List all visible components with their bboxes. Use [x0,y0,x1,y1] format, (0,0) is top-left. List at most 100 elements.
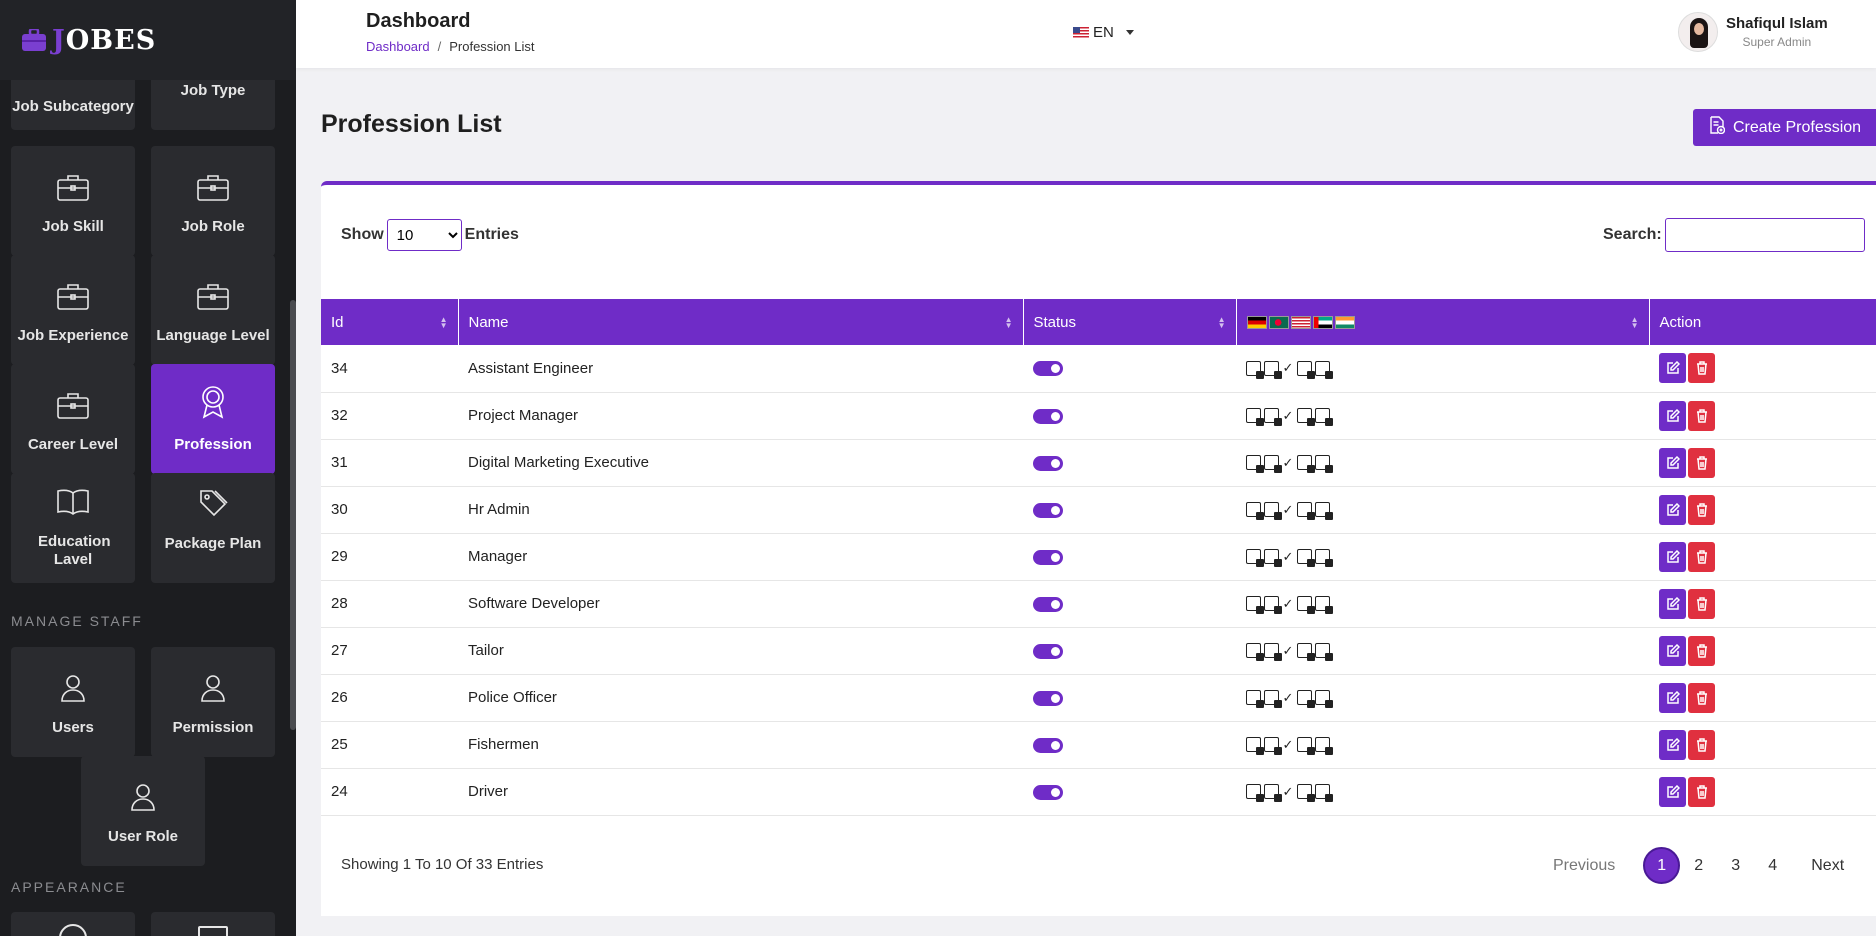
delete-button[interactable] [1688,494,1715,525]
translate-icon[interactable] [1315,502,1333,520]
translate-icon[interactable] [1315,784,1333,802]
breadcrumb-home-link[interactable]: Dashboard [366,39,430,54]
translate-icon[interactable] [1297,643,1315,661]
column-header-status[interactable]: Status ▲ ▼ [1023,299,1237,345]
status-toggle[interactable] [1033,361,1063,377]
translate-icon[interactable] [1315,360,1333,379]
pagination-page-4[interactable]: 4 [1754,847,1791,884]
translate-icon[interactable] [1315,549,1333,567]
create-profession-button[interactable]: Create Profession [1693,109,1876,146]
delete-button[interactable] [1688,682,1715,713]
translate-icon[interactable] [1297,455,1315,473]
sidebar-item-package-plan[interactable]: Package Plan [151,473,275,583]
translate-icon[interactable] [1297,690,1315,708]
sidebar-item-users[interactable]: Users [11,647,135,757]
pagination-previous[interactable]: Previous [1553,857,1615,875]
sidebar-item-permission[interactable]: Permission [151,647,275,757]
pagination-next[interactable]: Next [1811,857,1844,875]
translate-icon[interactable] [1297,737,1315,755]
sidebar-item-job-experience[interactable]: Job Experience [11,255,135,365]
translate-icon[interactable] [1315,455,1333,473]
sidebar-scrollbar[interactable] [290,300,296,730]
edit-button[interactable] [1659,353,1686,384]
page-size-select[interactable]: 10 [386,219,462,251]
status-toggle[interactable] [1033,549,1063,565]
translate-icon[interactable] [1297,360,1315,379]
sidebar-item-profession[interactable]: Profession [151,364,275,474]
translate-icon[interactable] [1246,596,1264,614]
status-toggle[interactable] [1033,737,1063,753]
sidebar-item-user-role[interactable]: User Role [81,756,205,866]
translate-icon[interactable] [1246,784,1264,802]
delete-button[interactable] [1688,541,1715,572]
translate-icon[interactable] [1315,643,1333,661]
translate-icon[interactable] [1264,455,1282,473]
translate-icon[interactable] [1315,596,1333,614]
status-toggle[interactable] [1033,784,1063,800]
status-toggle[interactable] [1033,643,1063,659]
translate-icon[interactable] [1315,408,1333,426]
pagination-page-1[interactable]: 1 [1643,847,1681,884]
translate-icon[interactable] [1246,549,1264,567]
edit-button[interactable] [1659,729,1686,760]
translate-icon[interactable] [1264,408,1282,426]
translate-icon[interactable] [1246,643,1264,661]
edit-button[interactable] [1659,635,1686,666]
column-header-id[interactable]: Id ▲ ▼ [321,299,459,345]
status-toggle[interactable] [1033,502,1063,518]
delete-button[interactable] [1688,729,1715,760]
translate-icon[interactable] [1264,360,1282,379]
translate-icon[interactable] [1297,408,1315,426]
sidebar-item-job-skill[interactable]: Job Skill [11,146,135,256]
language-selector[interactable]: EN [1073,24,1134,41]
edit-button[interactable] [1659,682,1686,713]
translate-icon[interactable] [1246,360,1264,379]
edit-button[interactable] [1659,494,1686,525]
status-toggle[interactable] [1033,596,1063,612]
delete-button[interactable] [1688,588,1715,619]
status-toggle[interactable] [1033,455,1063,471]
translate-icon[interactable] [1246,455,1264,473]
translate-icon[interactable] [1264,784,1282,802]
sidebar-item-career-level[interactable]: Career Level [11,364,135,474]
sidebar-item-appearance-2[interactable] [151,912,275,936]
status-toggle[interactable] [1033,408,1063,424]
translate-icon[interactable] [1264,596,1282,614]
column-header-languages[interactable]: ▲ ▼ [1236,299,1650,345]
translate-icon[interactable] [1264,502,1282,520]
delete-button[interactable] [1688,353,1715,384]
translate-icon[interactable] [1246,690,1264,708]
pagination-page-3[interactable]: 3 [1717,847,1754,884]
brand-logo-overlay[interactable]: JOBES [0,0,296,80]
translate-icon[interactable] [1297,784,1315,802]
translate-icon[interactable] [1264,643,1282,661]
edit-button[interactable] [1659,588,1686,619]
user-menu[interactable]: Shafiqul Islam Super Admin [1678,12,1828,52]
sidebar-item-appearance-1[interactable] [11,912,135,936]
delete-button[interactable] [1688,635,1715,666]
delete-button[interactable] [1688,400,1715,431]
translate-icon[interactable] [1297,549,1315,567]
translate-icon[interactable] [1246,502,1264,520]
edit-button[interactable] [1659,447,1686,478]
translate-icon[interactable] [1315,737,1333,755]
edit-button[interactable] [1659,776,1686,807]
translate-icon[interactable] [1264,549,1282,567]
sidebar-item-job-role[interactable]: Job Role [151,146,275,256]
column-header-name[interactable]: Name ▲ ▼ [458,299,1024,345]
edit-button[interactable] [1659,541,1686,572]
search-input[interactable] [1664,218,1865,252]
status-toggle[interactable] [1033,690,1063,706]
sidebar-item-education-level[interactable]: Education Lavel [11,473,135,583]
sidebar-item-language-level[interactable]: Language Level [151,255,275,365]
translate-icon[interactable] [1297,502,1315,520]
translate-icon[interactable] [1246,408,1264,426]
translate-icon[interactable] [1264,690,1282,708]
delete-button[interactable] [1688,776,1715,807]
pagination-page-2[interactable]: 2 [1680,847,1717,884]
translate-icon[interactable] [1297,596,1315,614]
translate-icon[interactable] [1315,690,1333,708]
translate-icon[interactable] [1264,737,1282,755]
avatar[interactable] [1678,12,1718,52]
delete-button[interactable] [1688,447,1715,478]
